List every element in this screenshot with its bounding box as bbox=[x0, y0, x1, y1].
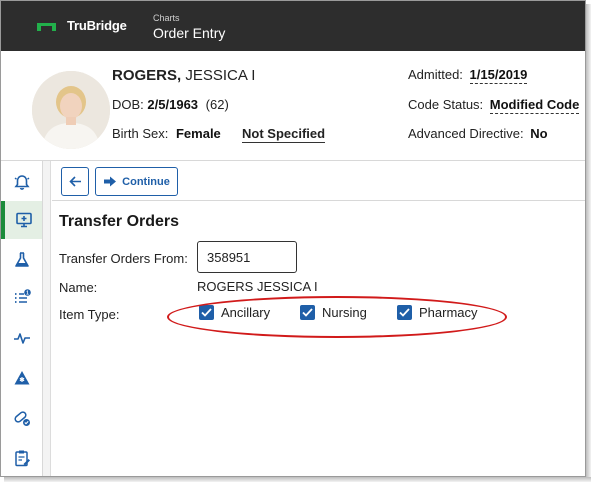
patient-first-name: JESSICA I bbox=[185, 67, 256, 84]
admitted-row: Admitted: 1/15/2019 bbox=[408, 67, 528, 84]
sidebar-item-alerts[interactable] bbox=[1, 163, 42, 201]
window-shadow bbox=[4, 477, 591, 482]
birth-sex-value: Female bbox=[175, 126, 221, 141]
pill-check-icon bbox=[13, 411, 30, 426]
arrow-right-icon bbox=[104, 176, 117, 187]
sidebar-item-orders-list[interactable]: 1 bbox=[1, 279, 42, 317]
sidebar-item-vitals[interactable] bbox=[1, 319, 42, 357]
transfer-from-input[interactable]: 358951 bbox=[197, 241, 297, 273]
brand-name: TruBridge bbox=[67, 18, 127, 33]
section-title: Transfer Orders bbox=[59, 213, 180, 230]
sidebar-item-documentation[interactable] bbox=[1, 439, 42, 476]
page-title: Order Entry bbox=[153, 25, 226, 41]
birth-sex-row: Birth Sex: Female bbox=[112, 126, 221, 141]
window-shadow bbox=[586, 4, 591, 482]
svg-text:1: 1 bbox=[26, 290, 29, 296]
clipboard-edit-icon bbox=[14, 450, 30, 467]
highlight-annotation bbox=[167, 296, 507, 338]
item-type-label: Item Type: bbox=[59, 307, 120, 322]
dob-label: DOB: bbox=[112, 97, 144, 112]
vitals-pulse-icon bbox=[13, 333, 30, 344]
continue-button[interactable]: Continue bbox=[95, 167, 178, 196]
advanced-directive-label: Advanced Directive: bbox=[408, 126, 524, 141]
list-badge-icon: 1 bbox=[14, 289, 31, 303]
sidebar: 1 bbox=[1, 161, 43, 476]
alarm-bell-icon bbox=[13, 175, 30, 190]
name-value: ROGERS JESSICA I bbox=[197, 279, 318, 294]
top-bar: TruBridge Charts Order Entry bbox=[1, 1, 585, 51]
birth-sex-label: Birth Sex: bbox=[112, 126, 169, 141]
triangle-asterisk-icon bbox=[14, 371, 29, 385]
patient-name: ROGERS, JESSICA I bbox=[112, 67, 255, 84]
app-window: TruBridge Charts Order Entry ROGERS, JES… bbox=[0, 0, 586, 477]
admitted-label: Admitted: bbox=[408, 67, 463, 82]
advanced-directive-value: No bbox=[530, 126, 548, 141]
gender-identity-link[interactable]: Not Specified bbox=[242, 126, 326, 143]
continue-label: Continue bbox=[122, 175, 170, 188]
age-value: (62) bbox=[205, 97, 229, 112]
sidebar-item-allergies[interactable] bbox=[1, 359, 42, 397]
gender-identity[interactable]: Not Specified bbox=[242, 126, 326, 143]
trubridge-logo-icon bbox=[37, 23, 56, 31]
advanced-directive-row: Advanced Directive: No bbox=[408, 126, 548, 141]
monitor-plus-icon bbox=[15, 212, 32, 228]
code-status-value[interactable]: Modified Code bbox=[489, 97, 580, 114]
code-status-label: Code Status: bbox=[408, 97, 484, 112]
sidebar-item-order-entry[interactable] bbox=[1, 201, 42, 239]
dob-value: 2/5/1963 bbox=[147, 97, 199, 112]
sidebar-item-labs[interactable] bbox=[1, 241, 42, 279]
action-toolbar: Continue bbox=[52, 161, 585, 201]
back-button[interactable] bbox=[61, 167, 89, 196]
breadcrumb-parent[interactable]: Charts bbox=[153, 13, 180, 23]
patient-banner: ROGERS, JESSICA I DOB: 2/5/1963 (62) Bir… bbox=[1, 51, 585, 161]
sidebar-item-medications[interactable] bbox=[1, 399, 42, 437]
dob-row: DOB: 2/5/1963 (62) bbox=[112, 97, 229, 112]
admitted-value[interactable]: 1/15/2019 bbox=[469, 67, 528, 84]
code-status-row: Code Status: Modified Code bbox=[408, 97, 580, 114]
transfer-from-label: Transfer Orders From: bbox=[59, 251, 188, 266]
patient-avatar bbox=[32, 71, 110, 149]
main-content: Continue Transfer Orders Transfer Orders… bbox=[52, 161, 585, 476]
sidebar-divider bbox=[43, 161, 51, 476]
name-label: Name: bbox=[59, 280, 98, 295]
flask-icon bbox=[14, 252, 29, 267]
patient-last-name: ROGERS, bbox=[112, 67, 182, 84]
arrow-left-icon bbox=[68, 176, 81, 187]
